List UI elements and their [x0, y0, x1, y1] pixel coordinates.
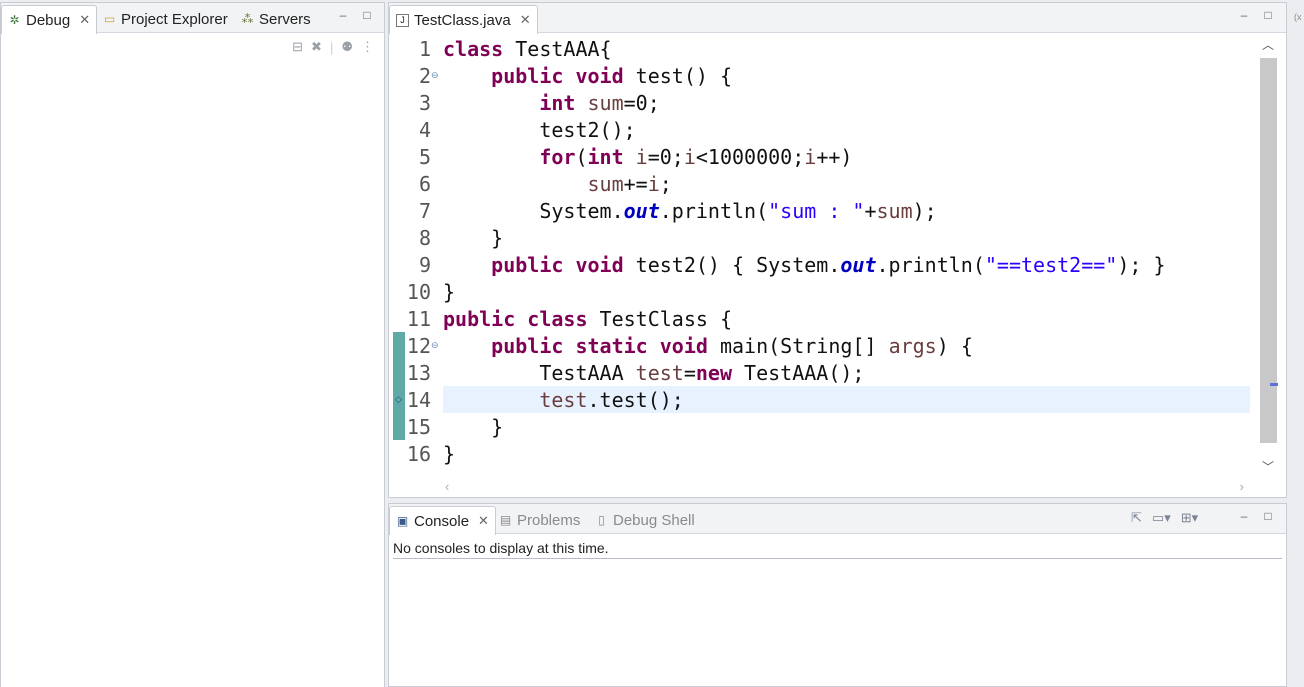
line-number: 1	[418, 37, 431, 61]
tab-testclass-java[interactable]: J TestClass.java ✕	[389, 5, 538, 34]
close-icon[interactable]: ✕	[520, 12, 531, 28]
scroll-down-icon[interactable]: ﹀	[1262, 458, 1274, 475]
servers-icon: ⁂	[241, 11, 254, 26]
code-line-1: class TestAAA{	[443, 37, 612, 61]
line-number: 6	[418, 172, 431, 196]
folder-icon: ▭	[103, 11, 116, 26]
code-line-8: }	[443, 226, 504, 250]
pin-console-icon[interactable]: ⇱	[1131, 510, 1142, 526]
horizontal-scrollbar[interactable]: ‹ ›	[443, 477, 1250, 497]
left-tabbar: ✲ Debug ✕ ▭ Project Explorer ⁂ Servers –…	[1, 3, 384, 34]
code-line-15: }	[443, 415, 504, 439]
line-number: 13	[406, 361, 431, 385]
remove-all-terminated-icon[interactable]: ✖	[311, 39, 322, 55]
overview-marker[interactable]	[1270, 383, 1278, 386]
console-empty-message: No consoles to display at this time.	[393, 540, 609, 556]
line-number: 8	[418, 226, 431, 250]
fold-collapse-icon[interactable]: ⊖	[431, 70, 439, 81]
problems-icon: ▤	[499, 512, 512, 527]
line-number: 5	[418, 145, 431, 169]
close-icon[interactable]: ✕	[478, 513, 489, 529]
line-number: 2	[418, 64, 431, 88]
code-line-14: test.test();	[539, 388, 684, 412]
maximize-icon[interactable]: □	[1262, 510, 1274, 522]
line-number: 12	[406, 334, 431, 358]
code-line-4: test2();	[443, 118, 636, 142]
line-number: 9	[418, 253, 431, 277]
tab-debug-shell[interactable]: ▯ Debug Shell	[589, 506, 701, 534]
minimize-icon[interactable]: –	[337, 9, 349, 21]
minimize-icon[interactable]: –	[1238, 9, 1250, 21]
close-icon[interactable]: ✕	[79, 12, 90, 28]
code-line-9: public void test2() { System.out.println…	[491, 253, 1166, 277]
scroll-up-icon[interactable]: ︿	[1262, 36, 1274, 53]
code-line-6: sum+=i;	[587, 172, 672, 196]
tab-debug[interactable]: ✲ Debug ✕	[1, 5, 98, 34]
code-editor[interactable]: ◇ 1 2 3 4 5 6 7 8 9 10 11 12 13 14 15 16…	[389, 34, 1251, 477]
line-number: 14	[406, 388, 431, 412]
minimize-icon[interactable]: –	[1238, 510, 1250, 522]
line-number: 4	[418, 118, 431, 142]
code-line-10: }	[443, 280, 456, 304]
maximize-icon[interactable]: □	[361, 9, 373, 21]
bug-icon: ✲	[9, 12, 20, 27]
console-icon: ▣	[396, 513, 409, 528]
line-number: 11	[406, 307, 431, 331]
vertical-scrollbar[interactable]: ︿ ﹀	[1250, 34, 1286, 477]
divider	[393, 558, 1282, 559]
right-strip-text: (x	[1294, 12, 1302, 22]
maximize-icon[interactable]: □	[1262, 9, 1274, 21]
tab-debug-label: Debug	[26, 11, 71, 29]
tab-project-explorer-label: Project Explorer	[121, 10, 228, 28]
open-console-icon[interactable]: ⊞▾	[1181, 510, 1198, 526]
line-number: 15	[406, 415, 431, 439]
scroll-left-icon[interactable]: ‹	[445, 479, 449, 494]
tab-project-explorer[interactable]: ▭ Project Explorer	[97, 5, 234, 33]
code-line-3: int sum=0;	[539, 91, 660, 115]
tab-servers-label: Servers	[259, 10, 311, 28]
line-number: 3	[418, 91, 431, 115]
tab-console[interactable]: ▣ Console ✕	[389, 506, 496, 535]
right-edge-strip: (x	[1290, 0, 1304, 687]
code-line-2: public void test() {	[491, 64, 733, 88]
editor-tabbar: J TestClass.java ✕ – □	[389, 3, 1286, 34]
code-line-7: System.out.println("sum : "+sum);	[443, 199, 937, 223]
console-view: ▣ Console ✕ ▤ Problems ▯ Debug Shell ⇱ ▭…	[388, 503, 1287, 687]
java-file-icon: J	[396, 13, 409, 27]
code-line-12: public static void main(String[] args) {	[491, 334, 973, 358]
debug-toolbar: ⊟ ✖ | ⚉ ⋮	[292, 39, 374, 55]
fold-collapse-icon[interactable]: ⊖	[431, 340, 439, 351]
tab-servers[interactable]: ⁂ Servers	[235, 5, 317, 33]
scroll-right-icon[interactable]: ›	[1240, 479, 1244, 494]
display-console-icon[interactable]: ▭▾	[1152, 510, 1171, 526]
view-menu-icon[interactable]: ⋮	[361, 39, 374, 55]
code-line-5: for(int i=0;i<1000000;i++)	[539, 145, 853, 169]
code-line-13: TestAAA test=new TestAAA();	[443, 361, 865, 385]
editor-view: J TestClass.java ✕ – □ ◇ 1 2 3 4 5 6 7 8…	[388, 2, 1287, 498]
console-tabbar: ▣ Console ✕ ▤ Problems ▯ Debug Shell ⇱ ▭…	[389, 504, 1286, 535]
tab-problems[interactable]: ▤ Problems	[493, 506, 586, 534]
debug-view: ✲ Debug ✕ ▭ Project Explorer ⁂ Servers –…	[0, 2, 385, 687]
tab-problems-label: Problems	[517, 511, 581, 529]
tab-console-label: Console	[414, 512, 470, 530]
line-number: 10	[406, 280, 431, 304]
line-number: 16	[406, 442, 431, 466]
tab-debug-shell-label: Debug Shell	[613, 511, 695, 529]
code-line-16: }	[443, 442, 456, 466]
tab-testclass-label: TestClass.java	[414, 11, 511, 29]
code-line-11: public class TestClass {	[443, 307, 733, 331]
console-toolbar: ⇱ ▭▾ ⊞▾	[1131, 510, 1198, 526]
collapse-all-icon[interactable]: ⊟	[292, 39, 303, 55]
launch-group-icon[interactable]: ⚉	[341, 39, 353, 55]
line-number: 7	[418, 199, 431, 223]
debug-shell-icon: ▯	[598, 512, 605, 527]
